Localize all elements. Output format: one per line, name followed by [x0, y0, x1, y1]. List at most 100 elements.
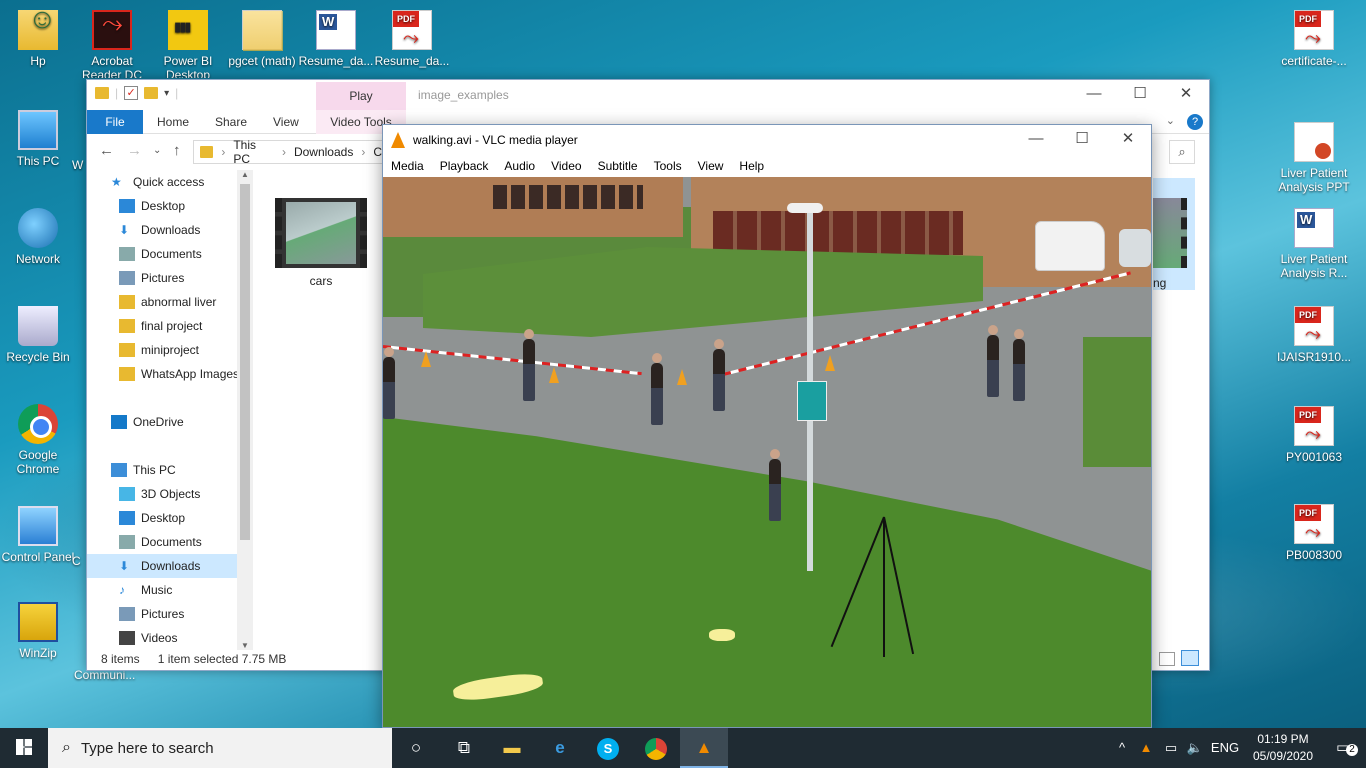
taskbar-chrome[interactable]: [632, 728, 680, 768]
address-bar[interactable]: › This PC › Downloads › C: [193, 138, 383, 166]
desktop-icon-power-bi[interactable]: Power BI Desktop: [150, 10, 226, 78]
clock[interactable]: 01:19 PM 05/09/2020: [1248, 731, 1318, 765]
qat-dropdown-icon[interactable]: ▾: [164, 88, 169, 99]
desktop-icon-control-panel[interactable]: Control Panel: [0, 506, 76, 564]
nav-item[interactable]: Pictures📌: [87, 266, 253, 290]
menu-tools[interactable]: Tools: [646, 155, 690, 177]
minimize-button[interactable]: —: [1071, 80, 1117, 110]
nav-item[interactable]: 3D Objects: [87, 482, 253, 506]
clock-date: 05/09/2020: [1252, 749, 1314, 763]
desktop-icon-resume-word[interactable]: Resume_da...: [298, 10, 374, 78]
task-view-button[interactable]: ⧉: [440, 728, 488, 768]
input-language[interactable]: ENG: [1208, 728, 1242, 768]
maximize-button[interactable]: ☐: [1059, 125, 1105, 155]
show-hidden-icons[interactable]: ^: [1112, 728, 1132, 768]
back-button[interactable]: ←: [99, 142, 114, 159]
details-view-button[interactable]: [1159, 652, 1175, 666]
nav-item[interactable]: Videos: [87, 626, 253, 650]
forward-button[interactable]: →: [127, 142, 142, 159]
tab-home[interactable]: Home: [143, 110, 203, 134]
desktop-icon-hp[interactable]: Hp: [0, 10, 76, 68]
menu-audio[interactable]: Audio: [496, 155, 543, 177]
desktop-icon-resume-pdf[interactable]: Resume_da...: [374, 10, 450, 78]
nav-item[interactable]: Documents📌: [87, 242, 253, 266]
tab-share[interactable]: Share: [201, 110, 261, 134]
menu-view[interactable]: View: [690, 155, 732, 177]
menu-subtitle[interactable]: Subtitle: [590, 155, 646, 177]
navigation-scrollbar[interactable]: ▲ ▼: [237, 170, 253, 650]
vlc-titlebar[interactable]: walking.avi - VLC media player — ☐ ✕: [383, 125, 1151, 155]
vlc-window[interactable]: walking.avi - VLC media player — ☐ ✕ Med…: [382, 124, 1152, 728]
video-frame[interactable]: [383, 177, 1151, 727]
desktop-icon-py001063[interactable]: PY001063: [1276, 406, 1352, 464]
desktop-icon-pgcet[interactable]: pgcet (math): [224, 10, 300, 78]
nav-item[interactable]: ⬇ Downloads: [87, 554, 253, 578]
nav-item[interactable]: WhatsApp Images: [87, 362, 253, 386]
folder-icon[interactable]: [95, 87, 109, 99]
tab-view[interactable]: View: [259, 110, 313, 134]
desktop-icon-pb008300[interactable]: PB008300: [1276, 504, 1352, 562]
new-folder-icon[interactable]: [144, 87, 159, 99]
nav-item[interactable]: ♪ Music: [87, 578, 253, 602]
nav-item[interactable]: abnormal liver: [87, 290, 253, 314]
tab-file[interactable]: File: [87, 110, 143, 134]
battery-icon[interactable]: ▭: [1160, 728, 1182, 768]
taskbar-edge[interactable]: e: [536, 728, 584, 768]
nav-item[interactable]: ⬇Downloads📌: [87, 218, 253, 242]
taskbar-search[interactable]: ⌕ Type here to search: [48, 728, 392, 768]
nav-item[interactable]: Desktop: [87, 506, 253, 530]
nav-item[interactable]: ★ Quick access: [87, 170, 253, 194]
nav-item[interactable]: miniproject: [87, 338, 253, 362]
ribbon-expand-icon[interactable]: ⌄: [1166, 114, 1175, 127]
desktop-icon-winzip[interactable]: WinZip: [0, 602, 76, 660]
large-icons-view-button[interactable]: [1181, 650, 1199, 666]
start-button[interactable]: [0, 728, 48, 768]
up-button[interactable]: ↑: [173, 142, 181, 159]
minimize-button[interactable]: —: [1013, 125, 1059, 155]
menu-playback[interactable]: Playback: [432, 155, 497, 177]
taskbar-skype[interactable]: S: [584, 728, 632, 768]
action-center-button[interactable]: ▭ 2: [1334, 736, 1358, 760]
desktop-icon-chrome[interactable]: Google Chrome: [0, 404, 76, 476]
desktop-icon-this-pc[interactable]: This PC: [0, 110, 76, 168]
cortana-button[interactable]: ○: [392, 728, 440, 768]
desktop-icon-ijaisr[interactable]: IJAISR1910...: [1276, 306, 1352, 364]
volume-icon[interactable]: 🔈: [1184, 728, 1206, 768]
properties-icon[interactable]: ✓: [124, 86, 139, 100]
nav-item[interactable]: OneDrive: [87, 410, 253, 434]
nav-item[interactable]: Pictures: [87, 602, 253, 626]
menu-help[interactable]: Help: [731, 155, 772, 177]
explorer-titlebar[interactable]: | ✓ ▾ | Play image_examples — ☐ ✕: [87, 80, 1209, 110]
desktop-icon-certificate[interactable]: certificate-...: [1276, 10, 1352, 68]
close-button[interactable]: ✕: [1105, 125, 1151, 155]
desktop-icon-recycle-bin[interactable]: Recycle Bin: [0, 306, 76, 364]
breadcrumb-this-pc[interactable]: This PC: [233, 138, 274, 166]
nav-item-label: WhatsApp Images: [141, 367, 240, 381]
breadcrumb-current[interactable]: C: [373, 145, 382, 159]
nav-item[interactable]: Desktop📌: [87, 194, 253, 218]
desktop-icon-network[interactable]: Network: [0, 208, 76, 266]
search-box[interactable]: ⌕: [1169, 140, 1195, 164]
close-button[interactable]: ✕: [1163, 80, 1209, 110]
scroll-up-icon[interactable]: ▲: [241, 170, 249, 179]
breadcrumb-downloads[interactable]: Downloads: [294, 145, 353, 159]
scrollbar-thumb[interactable]: [240, 184, 250, 540]
video-thumbnail: [275, 198, 367, 268]
search-icon: ⌕: [1178, 144, 1186, 159]
menu-video[interactable]: Video: [543, 155, 589, 177]
maximize-button[interactable]: ☐: [1117, 80, 1163, 110]
nav-item[interactable]: This PC: [87, 458, 253, 482]
desktop-icon-liver-ppt[interactable]: Liver Patient Analysis PPT: [1276, 122, 1352, 194]
tab-play[interactable]: Play: [316, 82, 406, 110]
menu-media[interactable]: Media: [383, 155, 432, 177]
desktop-icon-liver-report[interactable]: Liver Patient Analysis R...: [1276, 208, 1352, 280]
taskbar-file-explorer[interactable]: ▬: [488, 728, 536, 768]
help-icon[interactable]: ?: [1187, 114, 1203, 130]
taskbar-vlc[interactable]: ▲: [680, 728, 728, 768]
nav-item[interactable]: Documents: [87, 530, 253, 554]
desktop-icon-acrobat[interactable]: Acrobat Reader DC: [74, 10, 150, 78]
nav-item[interactable]: final project: [87, 314, 253, 338]
vlc-tray-icon[interactable]: ▲: [1136, 728, 1156, 768]
recent-locations-icon[interactable]: ⌄: [153, 145, 161, 156]
file-item-cars[interactable]: cars: [275, 198, 367, 288]
